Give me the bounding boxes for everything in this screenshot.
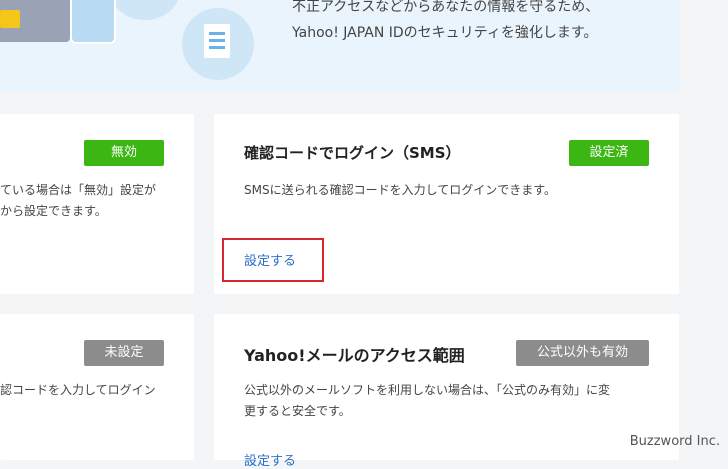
card-description: SMSに送られる確認コードを入力してログインできます。: [244, 183, 557, 197]
document-icon: [204, 24, 230, 58]
card-bottom-left: 未設定 認コードを入力してログイン: [0, 314, 194, 460]
security-banner: 不正アクセスなどからあなたの情報を守るため、 Yahoo! JAPAN IDのセ…: [0, 0, 680, 92]
card-description-line-2: から設定できます。: [0, 204, 107, 218]
banner-text: 不正アクセスなどからあなたの情報を守るため、 Yahoo! JAPAN IDのセ…: [292, 0, 672, 46]
card-title: Yahoo!メールのアクセス範囲: [244, 346, 465, 365]
watermark: Buzzword Inc.: [629, 434, 720, 449]
card-description: 認コードを入力してログイン: [0, 383, 156, 397]
decor-bubble: [110, 0, 180, 20]
document-illustration: [182, 8, 254, 80]
card-description-line-1: ている場合は「無効」設定が: [0, 183, 157, 197]
card-description-line-1: 公式以外のメールソフトを利用しない場合は、「公式のみ有効」に変: [244, 383, 611, 397]
card-title: 確認コードでログイン（SMS）: [244, 144, 461, 162]
face-scan-icon: [70, 0, 116, 44]
status-badge: 公式以外も有効: [516, 340, 649, 366]
card-top-left: 無効 ている場合は「無効」設定が から設定できます。: [0, 114, 194, 294]
card-description: 公式以外のメールソフトを利用しない場合は、「公式のみ有効」に変 更すると安全です…: [244, 380, 674, 422]
card-description: ている場合は「無効」設定が から設定できます。: [0, 180, 190, 222]
status-badge: 無効: [84, 140, 164, 166]
banner-line-1: 不正アクセスなどからあなたの情報を守るため、: [292, 0, 600, 15]
card-mail-access: Yahoo!メールのアクセス範囲 公式以外も有効 公式以外のメールソフトを利用し…: [214, 314, 679, 469]
highlight-box: [222, 238, 324, 282]
status-badge: 設定済: [569, 140, 649, 166]
card-description-line-2: 更すると安全です。: [244, 404, 351, 418]
status-badge: 未設定: [84, 340, 164, 366]
banner-line-2: Yahoo! JAPAN IDのセキュリティを強化します。: [292, 25, 598, 41]
lock-icon: [0, 10, 20, 28]
laptop-illustration: [0, 0, 70, 42]
